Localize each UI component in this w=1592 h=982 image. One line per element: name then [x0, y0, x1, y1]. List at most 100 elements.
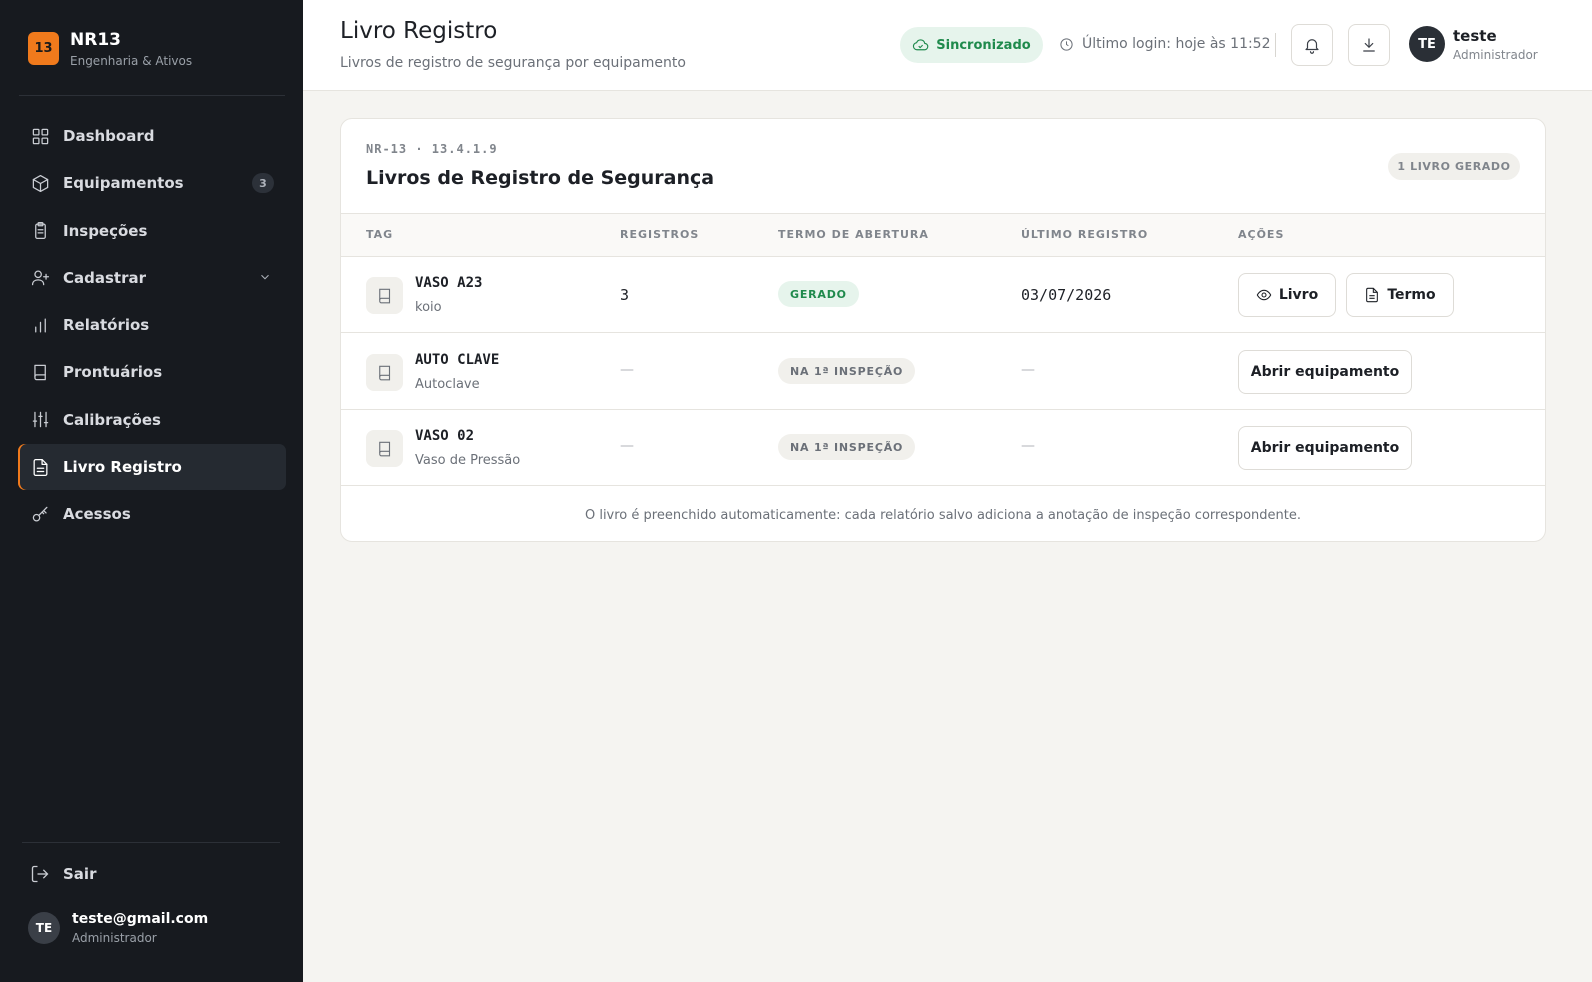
records-count: 3 [620, 286, 630, 304]
table-row: VASO A23 koio 3 GERADO 03/07/2026 Livro … [341, 257, 1545, 333]
equipment-tag: VASO 02 [415, 428, 475, 444]
card-eyebrow: NR-13 · 13.4.1.9 [366, 142, 498, 156]
download-button[interactable] [1348, 24, 1390, 66]
sidebar-item-dashboard[interactable]: Dashboard [18, 113, 286, 159]
table-row: AUTO CLAVE Autoclave — NA 1ª INSPEÇÃO — … [341, 334, 1545, 410]
column-header-registros: REGISTROS [620, 228, 700, 241]
equipment-description: Autoclave [415, 377, 480, 392]
clipboard-icon [30, 221, 50, 241]
button-label: Abrir equipamento [1250, 440, 1400, 456]
card-footer-note: O livro é preenchido automaticamente: ca… [584, 507, 1302, 523]
download-icon [1363, 38, 1375, 52]
table-header: TAG REGISTROS TERMO DE ABERTURA ÚLTIMO R… [341, 213, 1545, 257]
count-badge: 3 [252, 173, 274, 194]
sidebar-divider [22, 842, 280, 843]
header-divider [1275, 33, 1276, 57]
button-label: Abrir equipamento [1250, 364, 1400, 380]
sidebar-item-label: Prontuários [63, 363, 163, 382]
sync-label: Sincronizado [936, 37, 1031, 53]
eye-icon [1256, 289, 1272, 301]
column-header-termo: TERMO DE ABERTURA [778, 228, 929, 241]
sync-status-badge: Sincronizado [900, 27, 1043, 63]
clock-icon [1060, 37, 1073, 51]
book-icon [30, 362, 50, 382]
last-login-text: Último login: hoje às 11:52 [1082, 36, 1271, 52]
logout-button[interactable]: Sair [30, 864, 96, 884]
sidebar-item-relatorios[interactable]: Relatórios [18, 302, 286, 348]
status-badge: GERADO [778, 281, 859, 307]
sidebar-nav: Dashboard Equipamentos 3 Inspeções Cadas… [18, 113, 286, 539]
equipment-tag: VASO A23 [415, 275, 483, 291]
book-icon [366, 354, 403, 391]
logout-label: Sair [63, 865, 97, 883]
cloud-check-icon [913, 38, 929, 50]
notifications-button[interactable] [1291, 24, 1333, 66]
page-title: Livro Registro [340, 18, 498, 44]
brand-logo: 13 [28, 32, 59, 65]
last-record-date: 03/07/2026 [1021, 286, 1112, 304]
avatar: TE [1409, 26, 1445, 62]
sidebar-item-cadastrar[interactable]: Cadastrar [18, 255, 286, 301]
last-record-date: — [1021, 438, 1035, 454]
equipment-description: koio [415, 300, 442, 315]
column-header-tag: TAG [366, 228, 394, 241]
sidebar-item-label: Equipamentos [63, 174, 184, 193]
equipment-description: Vaso de Pressão [415, 453, 521, 468]
file-text-icon [1366, 287, 1379, 303]
button-label: Termo [1387, 287, 1436, 303]
sidebar-divider [19, 95, 285, 96]
page-subtitle: Livros de registro de segurança por equi… [340, 55, 686, 71]
open-equipment-button[interactable]: Abrir equipamento [1238, 350, 1412, 394]
header-user[interactable]: TE teste Administrador [1409, 26, 1538, 62]
sidebar-user[interactable]: TE teste@gmail.com Administrador [28, 911, 208, 945]
sidebar-item-livro-registro[interactable]: Livro Registro [18, 444, 286, 491]
sliders-icon [30, 410, 50, 430]
table-row: VASO 02 Vaso de Pressão — NA 1ª INSPEÇÃO… [341, 410, 1545, 486]
sidebar-item-acessos[interactable]: Acessos [18, 491, 286, 537]
sidebar-item-label: Cadastrar [63, 268, 147, 287]
user-name: teste [1453, 26, 1497, 45]
status-badge: NA 1ª INSPEÇÃO [778, 358, 916, 384]
button-label: Livro [1278, 287, 1319, 303]
sidebar-item-prontuarios[interactable]: Prontuários [18, 349, 286, 395]
view-book-button[interactable]: Livro [1238, 273, 1336, 317]
open-equipment-button[interactable]: Abrir equipamento [1238, 426, 1412, 470]
sidebar-item-label: Dashboard [63, 127, 155, 145]
column-header-acoes: AÇÕES [1238, 228, 1285, 241]
sidebar-item-equipamentos[interactable]: Equipamentos 3 [18, 160, 286, 206]
registry-books-card: NR-13 · 13.4.1.9 Livros de Registro de S… [340, 118, 1546, 542]
sidebar-item-calibracoes[interactable]: Calibrações [18, 397, 286, 443]
term-button[interactable]: Termo [1346, 273, 1454, 317]
key-icon [30, 504, 50, 524]
file-text-icon [30, 457, 50, 477]
records-count: — [620, 438, 634, 454]
dashboard-icon [30, 126, 50, 146]
sidebar-item-label: Acessos [63, 505, 131, 524]
column-header-ultimo: ÚLTIMO REGISTRO [1021, 228, 1149, 241]
top-header: Livro Registro Livros de registro de seg… [303, 0, 1592, 91]
last-login: Último login: hoje às 11:52 [1059, 36, 1271, 52]
user-email: teste@gmail.com [72, 911, 209, 927]
card-title: Livros de Registro de Segurança [366, 167, 715, 189]
brand[interactable]: 13 NR13 Engenharia & Ativos [28, 30, 192, 68]
equipment-tag: AUTO CLAVE [415, 352, 500, 368]
brand-subtitle: Engenharia & Ativos [70, 54, 193, 68]
book-icon [366, 277, 403, 314]
sidebar-item-label: Livro Registro [63, 458, 182, 477]
sidebar: 13 NR13 Engenharia & Ativos Dashboard Eq… [0, 0, 303, 982]
sidebar-item-label: Calibrações [63, 410, 161, 429]
sidebar-item-label: Relatórios [63, 316, 150, 335]
sidebar-item-inspecoes[interactable]: Inspeções [18, 208, 286, 254]
box-icon [30, 173, 50, 193]
logout-icon [31, 865, 49, 883]
brand-name: NR13 [70, 30, 121, 50]
last-record-date: — [1021, 362, 1035, 378]
chevron-down-icon[interactable] [258, 270, 272, 284]
bar-chart-icon [30, 315, 50, 335]
user-plus-icon [30, 268, 50, 288]
bell-icon [1305, 39, 1319, 54]
user-role: Administrador [72, 931, 157, 945]
status-badge: NA 1ª INSPEÇÃO [778, 434, 916, 460]
user-role: Administrador [1453, 47, 1538, 62]
book-icon [366, 430, 403, 467]
